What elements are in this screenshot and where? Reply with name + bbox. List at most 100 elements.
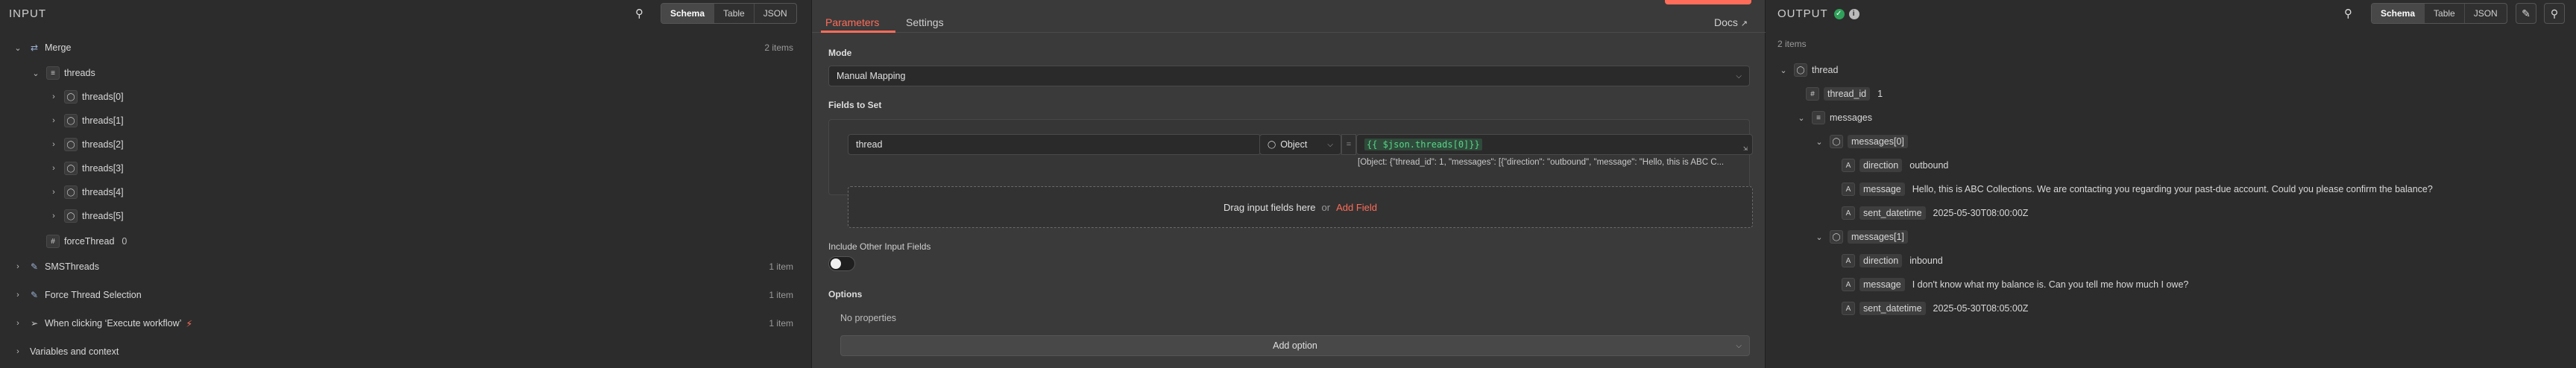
field-threads-2[interactable]: › ◯ threads[2]: [48, 136, 124, 153]
node-variables-context[interactable]: › Variables and context: [12, 343, 119, 361]
field-label: thread: [1812, 65, 1839, 75]
out-messages-1[interactable]: ⌄ ◯ messages[1]: [1813, 228, 1908, 246]
success-check-icon: ✓: [1833, 8, 1845, 19]
output-tab-table[interactable]: Table: [2425, 4, 2465, 23]
field-value: 1: [1877, 89, 1883, 99]
field-threads-1[interactable]: › ◯ threads[1]: [48, 112, 124, 130]
chevron-down-icon: ⌵: [1327, 140, 1333, 149]
field-label: sent_datetime: [1859, 206, 1926, 220]
node-merge[interactable]: ⌄ ⇄ Merge 2 items: [12, 39, 802, 57]
string-icon: A: [1842, 254, 1855, 267]
pin-icon[interactable]: ⚲: [2544, 3, 2565, 24]
out-m0-message[interactable]: A message Hello, this is ABC Collections…: [1837, 180, 2433, 198]
field-label: threads[1]: [82, 115, 124, 126]
field-label: forceThread: [64, 236, 115, 247]
field-forcethread[interactable]: # forceThread 0: [42, 232, 127, 250]
add-option-select[interactable]: Add option ⌵: [840, 335, 1750, 356]
array-icon: ≡: [1812, 111, 1825, 124]
search-icon[interactable]: ⚲: [635, 7, 643, 20]
object-icon: ◯: [64, 90, 78, 104]
object-icon: ◯: [64, 138, 78, 151]
output-panel: OUTPUT ✓ i 2 items ⚲ Schema Table JSON ✎…: [1766, 0, 2576, 368]
drop-zone[interactable]: Drag input fields here or Add Field: [848, 186, 1753, 228]
no-properties-text: No properties: [840, 313, 897, 323]
chevron-down-icon: ⌵: [1736, 341, 1742, 350]
mode-label: Mode: [828, 48, 852, 58]
edit-pencil-icon[interactable]: ✎: [2516, 3, 2536, 24]
field-threads-3[interactable]: › ◯ threads[3]: [48, 159, 124, 177]
node-count: 1 item: [769, 318, 793, 329]
chevron-right-icon: ›: [52, 188, 55, 197]
field-label: threads[0]: [82, 92, 124, 102]
field-value: 2025-05-30T08:05:00Z: [1933, 303, 2029, 314]
out-m0-direction[interactable]: A direction outbound: [1837, 156, 1948, 174]
out-m1-direction[interactable]: A direction inbound: [1837, 252, 1943, 270]
field-value-expression[interactable]: {{ $json.threads[0]}} ⇲: [1356, 134, 1753, 155]
input-tab-table[interactable]: Table: [714, 4, 755, 23]
node-smsthreads[interactable]: › ✎ SMSThreads 1 item: [12, 258, 802, 276]
out-thread-id[interactable]: # thread_id 1: [1801, 85, 1883, 103]
node-count: 1 item: [769, 261, 793, 272]
out-m0-sent[interactable]: A sent_datetime 2025-05-30T08:00:00Z: [1837, 204, 2028, 222]
mode-select[interactable]: Manual Mapping ⌵: [828, 66, 1750, 86]
add-field-link[interactable]: Add Field: [1336, 202, 1377, 213]
field-name-input[interactable]: thread: [848, 134, 1261, 155]
output-tab-schema[interactable]: Schema: [2372, 4, 2425, 23]
field-threads-5[interactable]: › ◯ threads[5]: [48, 207, 124, 225]
active-tab-indicator: [821, 31, 895, 33]
field-label: direction: [1859, 254, 1903, 267]
field-value: I don't know what my balance is. Can you…: [1912, 279, 2189, 290]
info-icon[interactable]: i: [1848, 8, 1859, 19]
field-value: outbound: [1909, 160, 1949, 171]
input-tab-schema[interactable]: Schema: [661, 4, 715, 23]
out-m1-sent[interactable]: A sent_datetime 2025-05-30T08:05:00Z: [1837, 299, 2028, 317]
object-icon: ◯: [1267, 140, 1276, 149]
object-icon: ◯: [64, 114, 78, 127]
chevron-right-icon: ›: [52, 164, 55, 173]
number-icon: #: [46, 235, 60, 248]
node-label: Merge: [45, 42, 72, 53]
tab-parameters[interactable]: Parameters: [825, 16, 879, 28]
out-messages[interactable]: ⌄ ≡ messages: [1795, 109, 1872, 127]
object-icon: ◯: [64, 185, 78, 199]
search-icon[interactable]: ⚲: [2344, 7, 2352, 20]
object-icon: ◯: [1830, 230, 1843, 244]
node-manual-trigger[interactable]: › ➢ When clicking ‘Execute workflow’ ⚡ 1…: [12, 314, 802, 332]
node-force-thread-selection[interactable]: › ✎ Force Thread Selection 1 item: [12, 286, 802, 304]
object-icon: ◯: [64, 162, 78, 175]
chevron-down-icon: ⌄: [1816, 232, 1823, 242]
field-label: message: [1859, 278, 1905, 291]
field-value: 2025-05-30T08:00:00Z: [1933, 208, 2029, 218]
field-threads[interactable]: ⌄ ≡ threads: [30, 64, 95, 82]
field-threads-4[interactable]: › ◯ threads[4]: [48, 183, 124, 201]
out-thread[interactable]: ⌄ ◯ thread: [1777, 61, 1838, 79]
tab-settings[interactable]: Settings: [906, 16, 944, 28]
field-threads-0[interactable]: › ◯ threads[0]: [48, 88, 124, 106]
chevron-right-icon: ›: [16, 262, 19, 271]
lightning-icon: ⚡: [186, 318, 193, 329]
output-header: OUTPUT ✓ i: [1777, 7, 1859, 20]
input-title: INPUT: [9, 7, 46, 20]
options-label: Options: [828, 289, 863, 299]
external-link-icon: ↗: [1740, 19, 1748, 28]
string-icon: A: [1842, 183, 1855, 196]
string-icon: A: [1842, 206, 1855, 220]
field-name-value: thread: [856, 139, 883, 150]
field-type-select[interactable]: ◯ Object ⌵: [1259, 134, 1341, 155]
pencil-icon: ✎: [30, 261, 39, 272]
object-icon: ◯: [1830, 135, 1843, 148]
output-tab-json[interactable]: JSON: [2465, 4, 2507, 23]
field-label: messages: [1830, 112, 1872, 123]
resize-icon[interactable]: ⇲: [1743, 145, 1748, 153]
out-messages-0[interactable]: ⌄ ◯ messages[0]: [1813, 133, 1908, 150]
out-m1-message[interactable]: A message I don't know what my balance i…: [1837, 276, 2188, 294]
input-tab-json[interactable]: JSON: [755, 4, 796, 23]
input-view-toggle: Schema Table JSON: [661, 3, 797, 24]
chevron-right-icon: ›: [52, 116, 55, 125]
number-icon: #: [1806, 87, 1819, 101]
include-other-toggle[interactable]: [828, 256, 855, 271]
field-label: threads[5]: [82, 211, 124, 221]
docs-link[interactable]: Docs ↗: [1714, 16, 1748, 28]
string-icon: A: [1842, 159, 1855, 172]
fields-to-set-label: Fields to Set: [828, 100, 882, 110]
